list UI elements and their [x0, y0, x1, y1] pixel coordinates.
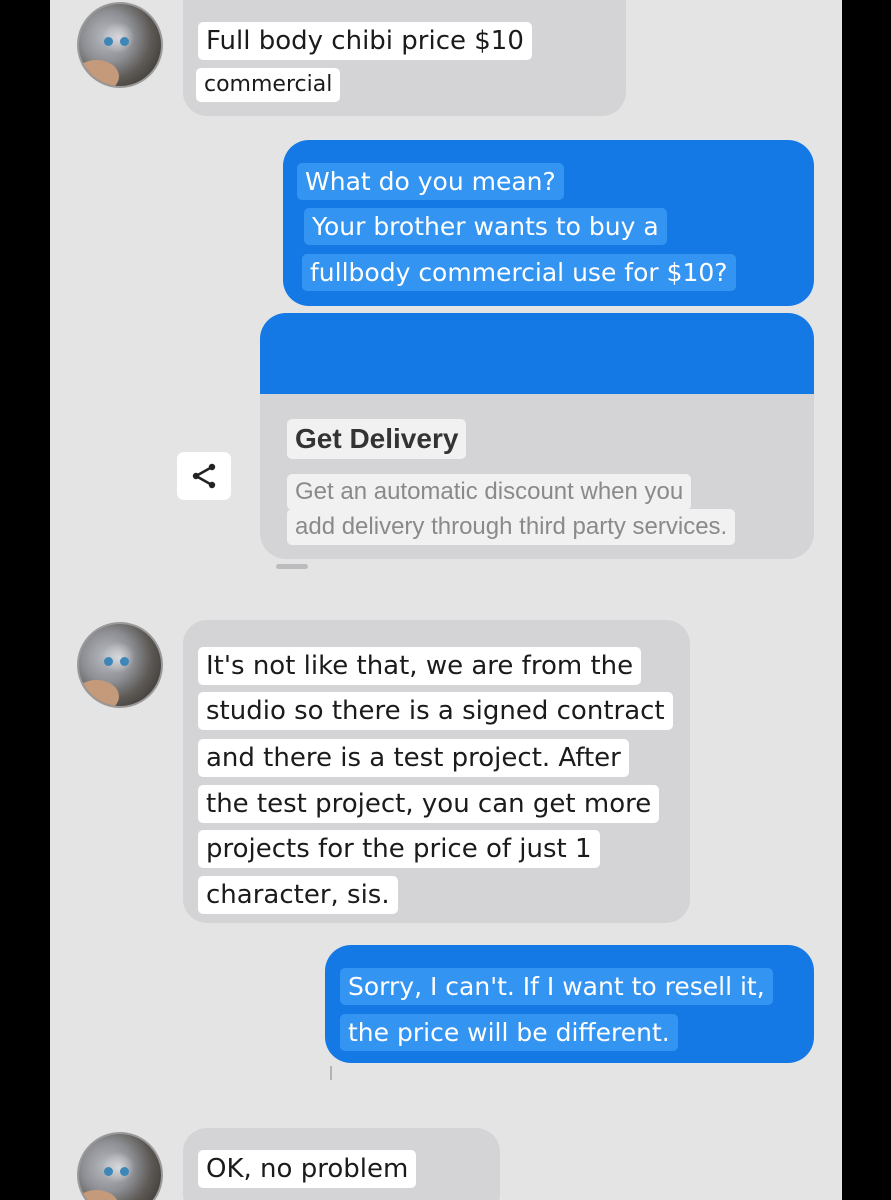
message-line: Your brother wants to buy a [304, 208, 667, 245]
message-line: the price will be different. [340, 1014, 678, 1051]
message-line: projects for the price of just 1 [198, 830, 600, 868]
sender-avatar[interactable] [77, 622, 163, 708]
message-line: What do you mean? [297, 163, 564, 200]
link-preview-description: add delivery through third party service… [287, 509, 736, 545]
message-line: Sorry, I can't. If I want to resell it, [340, 968, 773, 1005]
sender-avatar[interactable] [77, 1132, 163, 1200]
link-preview-description: Get an automatic discount when you [287, 474, 692, 510]
message-line: the test project, you can get more [198, 785, 660, 823]
message-line: It's not like that, we are from the [198, 647, 642, 685]
share-icon [192, 463, 216, 489]
message-line: character, sis. [198, 876, 398, 914]
timestamp-marker [330, 1066, 332, 1080]
link-preview-image[interactable] [260, 313, 814, 394]
share-button[interactable] [177, 452, 231, 500]
message-line: Full body chibi price $10 [198, 22, 532, 60]
divider [276, 564, 308, 569]
message-line: studio so there is a signed contract [198, 692, 673, 730]
link-preview-title: Get Delivery [287, 419, 467, 459]
chat-screen: Full body chibi price $10 commercial Wha… [50, 0, 842, 1200]
message-line: OK, no problem [198, 1150, 417, 1188]
message-line: and there is a test project. After [198, 739, 629, 777]
message-line: fullbody commercial use for $10? [302, 254, 736, 291]
message-line: commercial [196, 68, 341, 102]
sender-avatar[interactable] [77, 2, 163, 88]
